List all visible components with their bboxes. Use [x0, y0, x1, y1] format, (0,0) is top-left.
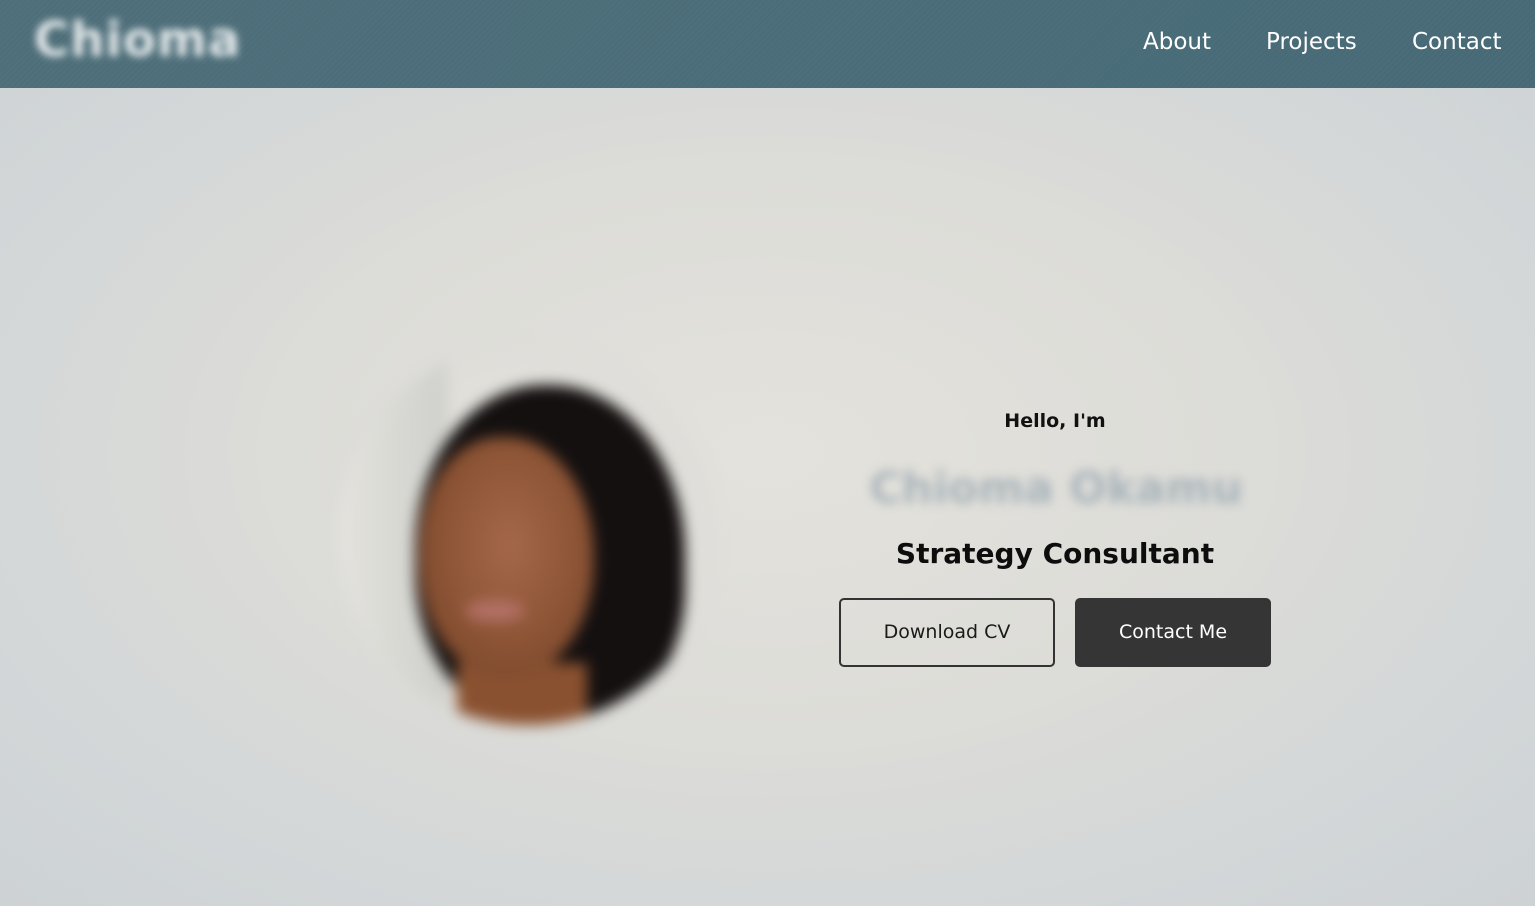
download-cv-button[interactable]: Download CV — [839, 598, 1055, 667]
photo-lips — [465, 600, 525, 622]
job-title: Strategy Consultant — [895, 537, 1215, 570]
nav-link-projects[interactable]: Projects — [1266, 26, 1357, 58]
greeting-text: Hello, I'm — [1004, 410, 1106, 432]
person-name: Chioma Okamu — [869, 463, 1243, 514]
site-logo[interactable]: Chioma — [34, 10, 241, 70]
nav-link-about[interactable]: About — [1143, 26, 1211, 58]
contact-me-button[interactable]: Contact Me — [1075, 598, 1271, 667]
photo-face — [419, 437, 594, 677]
nav-link-contact[interactable]: Contact — [1412, 26, 1501, 58]
site-navbar: Chioma About Projects Contact — [0, 0, 1535, 88]
profile-photo — [337, 345, 717, 725]
